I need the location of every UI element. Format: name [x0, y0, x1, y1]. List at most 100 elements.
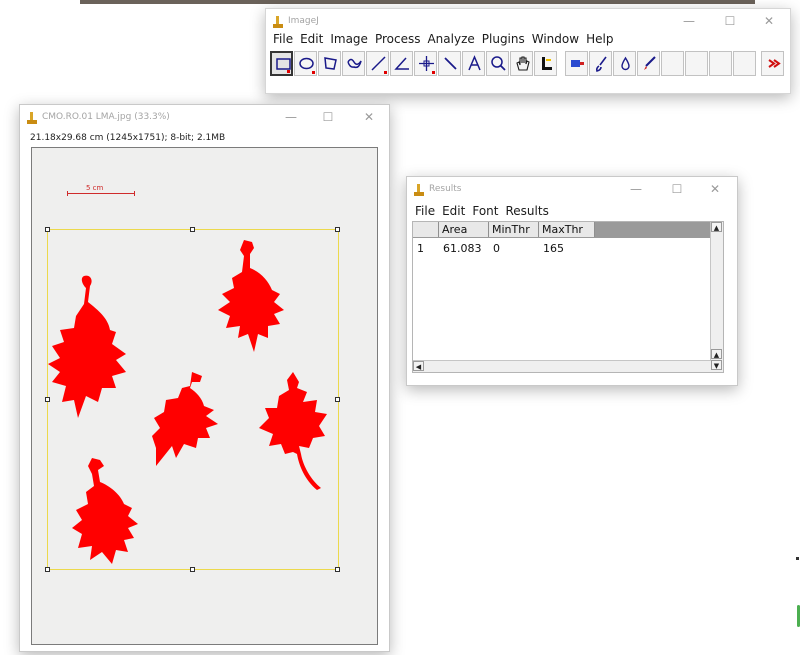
selection-handle[interactable]	[335, 227, 340, 232]
multipoint-tool-button[interactable]	[414, 51, 437, 76]
scale-bar	[67, 191, 135, 196]
minimize-button[interactable]: —	[282, 110, 300, 124]
cell-minthr: 0	[493, 242, 500, 255]
magnifier-tool-button[interactable]	[486, 51, 509, 76]
scroll-up-arrow-icon[interactable]: ▲	[711, 349, 722, 359]
scroll-left-arrow-icon[interactable]: ◀	[413, 361, 424, 371]
menu-analyze[interactable]: Analyze	[427, 32, 474, 46]
text-icon	[468, 55, 481, 71]
magnifier-icon	[491, 56, 506, 71]
freehand-tool-button[interactable]	[342, 51, 365, 76]
empty-slot-3[interactable]	[709, 51, 732, 76]
menu-bar: File Edit Image Process Analyze Plugins Window…	[273, 32, 790, 46]
menu-window[interactable]: Window	[532, 32, 579, 46]
imagej-icon	[273, 16, 283, 28]
imagej-main-window: ImageJ — ☐ ✕ File Edit Image Process Analyze…	[265, 8, 791, 94]
menu-edit[interactable]: Edit	[300, 32, 323, 46]
minimize-button[interactable]: —	[627, 182, 645, 196]
leaf-shape	[218, 240, 284, 352]
menu-edit[interactable]: Edit	[442, 204, 465, 218]
column-header-index[interactable]	[413, 222, 439, 237]
menu-process[interactable]: Process	[375, 32, 421, 46]
minimize-button[interactable]: —	[680, 14, 698, 28]
selection-handle[interactable]	[190, 227, 195, 232]
close-button[interactable]: ✕	[760, 14, 778, 28]
menu-file[interactable]: File	[415, 204, 435, 218]
rectangle-icon	[276, 58, 291, 70]
pencil-tool-button[interactable]	[637, 51, 660, 76]
results-window: Results — ☐ ✕ File Edit Font Results Area M…	[406, 176, 738, 386]
leaf-shape	[48, 275, 126, 418]
dropper-icon	[542, 57, 552, 70]
menu-help[interactable]: Help	[586, 32, 613, 46]
cell-area: 61.083	[443, 242, 482, 255]
selection-handle[interactable]	[45, 567, 50, 572]
selection-handle[interactable]	[190, 567, 195, 572]
column-header-minthr[interactable]: MinThr	[489, 222, 539, 237]
wand-tool-button[interactable]	[438, 51, 461, 76]
menu-results[interactable]: Results	[505, 204, 548, 218]
line-tool-button[interactable]	[366, 51, 389, 76]
imagej-icon	[27, 112, 37, 124]
menu-font[interactable]: Font	[472, 204, 498, 218]
vertical-scrollbar[interactable]: ▲ ▲ ▼	[710, 222, 723, 372]
edge-fragment	[796, 557, 799, 560]
window-title: Results	[429, 184, 462, 194]
menu-file[interactable]: File	[273, 32, 293, 46]
imagej-icon	[414, 184, 424, 196]
scroll-up-arrow-icon[interactable]: ▲	[711, 222, 722, 232]
column-header-maxthr[interactable]: MaxThr	[539, 222, 595, 237]
polygon-tool-button[interactable]	[318, 51, 341, 76]
flood-fill-icon	[621, 56, 630, 71]
results-table: Area MinThr MaxThr 1 61.083 0 165 ▲ ▲ ▼ …	[412, 221, 724, 373]
image-info-text: 21.18x29.68 cm (1245x1751); 8-bit; 2.1MB	[30, 133, 226, 143]
empty-slot-4[interactable]	[733, 51, 756, 76]
dropper-tool-button[interactable]	[534, 51, 557, 76]
maximize-button[interactable]: ☐	[319, 110, 337, 124]
selection-handle[interactable]	[335, 567, 340, 572]
brush-icon	[595, 56, 607, 72]
menu-image[interactable]: Image	[330, 32, 368, 46]
text-tool-button[interactable]	[462, 51, 485, 76]
menu-plugins[interactable]: Plugins	[482, 32, 525, 46]
cell-index: 1	[417, 242, 424, 255]
window-title: ImageJ	[288, 16, 319, 26]
toolbar	[270, 51, 786, 78]
polygon-icon	[324, 57, 337, 70]
maximize-button[interactable]: ☐	[721, 14, 739, 28]
leaf-shape	[259, 372, 327, 490]
custom-macro-tool-button[interactable]	[565, 51, 588, 76]
horizontal-scrollbar[interactable]: ◀	[413, 360, 711, 372]
rectangle-tool-button[interactable]	[270, 51, 293, 76]
title-bar: Results — ☐ ✕	[407, 177, 737, 203]
device-icon	[571, 60, 584, 67]
close-button[interactable]: ✕	[706, 182, 724, 196]
hand-tool-button[interactable]	[510, 51, 533, 76]
image-canvas[interactable]: 5 cm	[31, 147, 378, 645]
more-tools-icon	[768, 59, 781, 68]
freehand-icon	[347, 58, 362, 69]
leaf-shape	[72, 458, 138, 564]
title-bar: CMO.RO.01 LMA.jpg (33.3%) — ☐ ✕	[20, 105, 389, 131]
selection-handle[interactable]	[335, 397, 340, 402]
flood-fill-tool-button[interactable]	[613, 51, 636, 76]
pencil-icon	[644, 56, 656, 70]
background-window-strip	[80, 0, 755, 4]
empty-slot-1[interactable]	[661, 51, 684, 76]
table-header: Area MinThr MaxThr	[413, 222, 723, 238]
leaf-shape	[152, 372, 218, 466]
image-window: CMO.RO.01 LMA.jpg (33.3%) — ☐ ✕ 21.18x29…	[19, 104, 390, 652]
maximize-button[interactable]: ☐	[668, 182, 686, 196]
wand-icon	[444, 57, 457, 70]
empty-slot-2[interactable]	[685, 51, 708, 76]
scroll-down-arrow-icon[interactable]: ▼	[711, 360, 722, 370]
oval-tool-button[interactable]	[294, 51, 317, 76]
column-header-area[interactable]: Area	[439, 222, 489, 237]
close-button[interactable]: ✕	[360, 110, 378, 124]
angle-icon	[394, 57, 409, 70]
window-title: CMO.RO.01 LMA.jpg (33.3%)	[42, 112, 170, 122]
angle-tool-button[interactable]	[390, 51, 413, 76]
more-tools-button[interactable]	[761, 51, 784, 76]
selection-handle[interactable]	[45, 227, 50, 232]
brush-tool-button[interactable]	[589, 51, 612, 76]
